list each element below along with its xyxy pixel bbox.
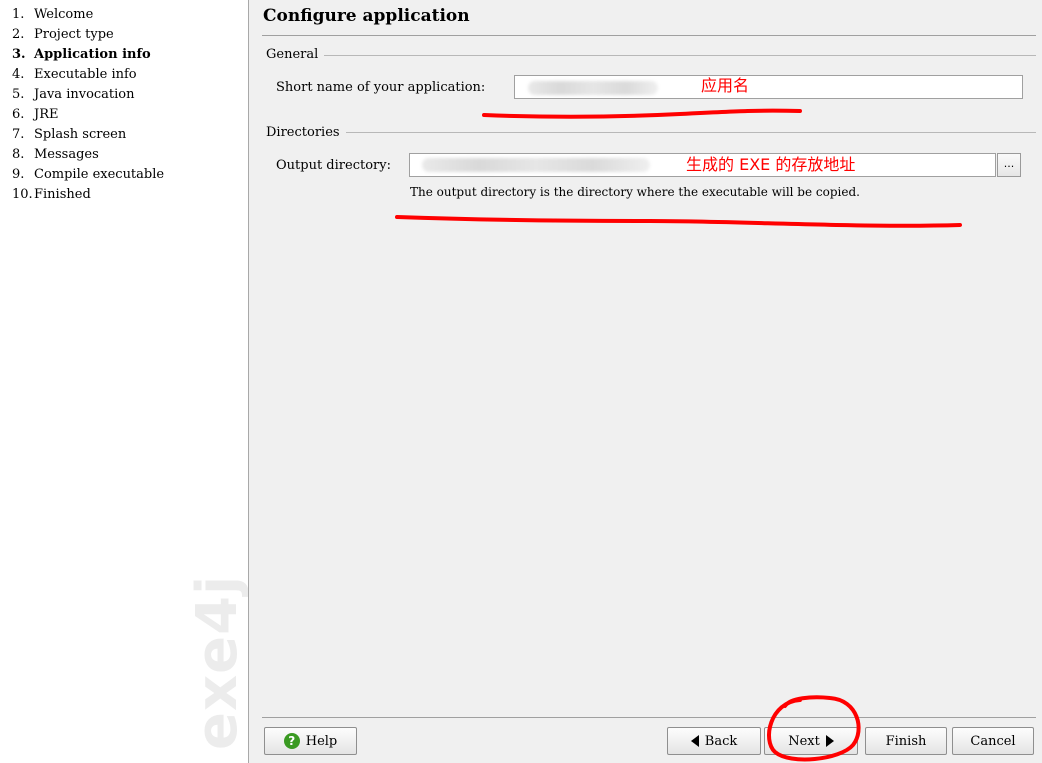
- step-number: 4.: [12, 67, 25, 82]
- back-button[interactable]: Back: [667, 727, 761, 755]
- step-label: Java invocation: [34, 87, 135, 102]
- step-label: Compile executable: [34, 167, 165, 182]
- step-item-jre[interactable]: 6. JRE: [12, 105, 248, 125]
- step-item-application-info[interactable]: 3. Application info: [12, 45, 248, 65]
- step-item-splash-screen[interactable]: 7. Splash screen: [12, 125, 248, 145]
- step-item-java-invocation[interactable]: 5. Java invocation: [12, 85, 248, 105]
- app-name-annotation: 应用名: [701, 76, 750, 95]
- step-number: 7.: [12, 127, 25, 142]
- general-section-label: General: [266, 47, 325, 62]
- cancel-button[interactable]: Cancel: [952, 727, 1034, 755]
- triangle-right-icon: [825, 735, 834, 747]
- step-number: 9.: [12, 167, 25, 182]
- short-name-label: Short name of your application:: [276, 80, 486, 95]
- step-item-finished[interactable]: 10.Finished: [12, 185, 248, 205]
- step-item-compile-executable[interactable]: 9. Compile executable: [12, 165, 248, 185]
- button-bar-divider: [262, 717, 1036, 718]
- help-button[interactable]: ? Help: [264, 727, 357, 755]
- step-label: JRE: [34, 107, 59, 122]
- main-panel: Configure application General Short name…: [250, 0, 1042, 763]
- next-button[interactable]: Next: [764, 727, 858, 755]
- redacted-blur: [422, 158, 650, 172]
- finish-button-label: Finish: [885, 733, 927, 749]
- title-divider: [262, 35, 1036, 36]
- steps-sidebar: 1. Welcome 2. Project type 3. Application i…: [0, 0, 249, 763]
- directories-section-label: Directories: [266, 125, 346, 140]
- step-label: Finished: [34, 187, 91, 202]
- step-number: 5.: [12, 87, 25, 102]
- redacted-blur: [528, 81, 658, 95]
- step-item-project-type[interactable]: 2. Project type: [12, 25, 248, 45]
- help-button-label: Help: [305, 733, 338, 749]
- output-dir-annotation: 生成的 EXE 的存放地址: [686, 155, 856, 174]
- output-directory-hint: The output directory is the directory wh…: [410, 185, 860, 199]
- next-button-label: Next: [788, 733, 820, 749]
- step-label: Splash screen: [34, 127, 127, 142]
- help-icon: ?: [283, 733, 300, 749]
- step-item-welcome[interactable]: 1. Welcome: [12, 5, 248, 25]
- back-button-label: Back: [704, 733, 738, 749]
- step-number: 6.: [12, 107, 25, 122]
- cancel-button-label: Cancel: [970, 733, 1016, 749]
- step-number: 10.: [12, 187, 33, 202]
- step-item-executable-info[interactable]: 4. Executable info: [12, 65, 248, 85]
- step-number: 3.: [12, 47, 26, 62]
- finish-button[interactable]: Finish: [865, 727, 947, 755]
- step-label: Project type: [34, 27, 114, 42]
- step-label: Welcome: [34, 7, 94, 22]
- step-number: 2.: [12, 27, 25, 42]
- output-directory-label: Output directory:: [276, 158, 391, 173]
- general-section-line: [266, 55, 1036, 56]
- directories-section-line: [266, 132, 1036, 133]
- step-number: 1.: [12, 7, 25, 22]
- exe4j-watermark-logo: exe4j: [185, 574, 249, 750]
- step-item-messages[interactable]: 8. Messages: [12, 145, 248, 165]
- steps-list: 1. Welcome 2. Project type 3. Application i…: [0, 0, 248, 205]
- step-label: Messages: [34, 147, 99, 162]
- page-title: Configure application: [263, 6, 470, 26]
- step-label: Application info: [34, 47, 151, 62]
- step-number: 8.: [12, 147, 25, 162]
- step-label: Executable info: [34, 67, 137, 82]
- browse-directory-button[interactable]: ...: [997, 153, 1021, 177]
- triangle-left-icon: [690, 735, 699, 747]
